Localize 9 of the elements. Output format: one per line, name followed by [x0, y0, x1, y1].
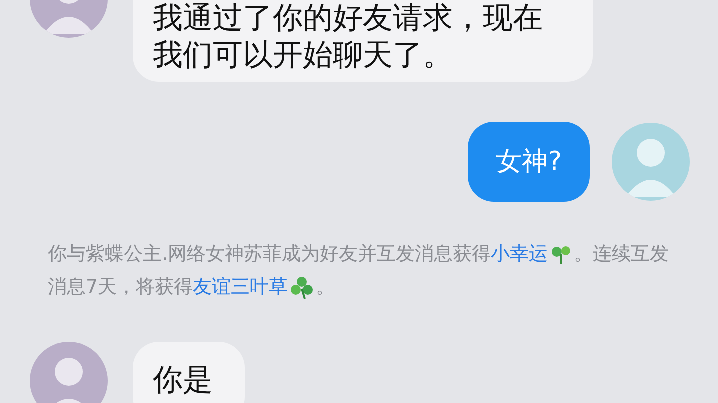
sprout-icon	[550, 244, 572, 266]
message-bubble: 女神?	[468, 122, 590, 202]
notice-link[interactable]: 小幸运	[491, 243, 548, 265]
clover-icon	[290, 276, 314, 300]
notice-link[interactable]: 友谊三叶草	[193, 276, 288, 298]
message-bubble: 你是	[133, 342, 245, 403]
message-bubble: 我通过了你的好友请求，现在我们可以开始聊天了。	[133, 0, 593, 82]
friendship-notice: 你与紫蝶公主.网络女神苏菲成为好友并互发消息获得小幸运 。连续互发消息7天，将获得友谊三叶草 。	[47, 242, 670, 302]
avatar-icon[interactable]	[30, 342, 108, 403]
